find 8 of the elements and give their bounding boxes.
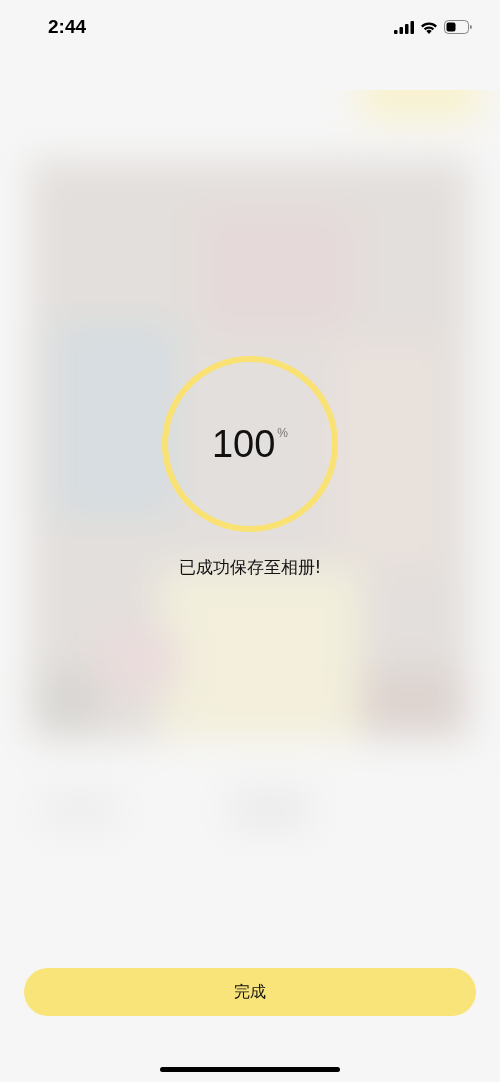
percent-sign: % [277,427,289,439]
progress-value: 100 [211,425,276,463]
battery-icon [444,20,472,34]
signal-icon [394,20,414,34]
success-message: 已成功保存至相册! [178,556,322,579]
status-time: 2:44 [48,14,87,39]
done-button[interactable]: 完成 [24,968,476,1016]
wifi-icon [420,20,438,34]
